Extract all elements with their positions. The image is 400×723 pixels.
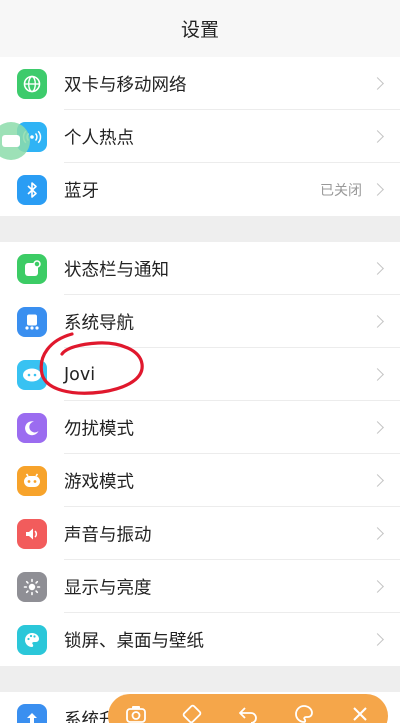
- chevron-right-icon: [371, 129, 384, 143]
- camera-icon[interactable]: [122, 700, 150, 723]
- settings-row-label: 双卡与移动网络: [64, 75, 187, 95]
- settings-row-label: 显示与亮度: [64, 578, 152, 598]
- chevron-right-icon: [371, 76, 384, 90]
- settings-row-display[interactable]: 显示与亮度: [0, 560, 400, 613]
- close-icon[interactable]: [346, 700, 374, 723]
- page-title: 设置: [180, 19, 219, 41]
- settings-row-dnd[interactable]: 勿扰模式: [0, 401, 400, 454]
- brightness-icon: [17, 571, 47, 602]
- bluetooth-icon: [17, 174, 47, 205]
- update-icon: [17, 703, 47, 723]
- settings-row-status-bar[interactable]: 状态栏与通知: [0, 242, 400, 295]
- settings-screen: 设置 双卡与移动网络 个人热点 蓝牙 已关闭 状态栏与通知 系统导航 Jovi …: [0, 0, 400, 723]
- chevron-right-icon: [371, 261, 384, 275]
- settings-row-label: Jovi: [64, 364, 96, 385]
- settings-row-sound[interactable]: 声音与振动: [0, 507, 400, 560]
- settings-row-label: 蓝牙: [64, 181, 99, 201]
- handle-icon: [2, 135, 20, 147]
- settings-row-bluetooth[interactable]: 蓝牙 已关闭: [0, 163, 400, 216]
- group-separator: [0, 666, 400, 692]
- settings-row-navigation[interactable]: 系统导航: [0, 295, 400, 348]
- screenshot-edit-toolbar: [108, 694, 388, 723]
- settings-row-label: 游戏模式: [64, 472, 134, 492]
- settings-row-dual-sim[interactable]: 双卡与移动网络: [0, 57, 400, 110]
- jovi-icon: [17, 359, 47, 390]
- chevron-right-icon: [371, 420, 384, 434]
- moon-icon: [17, 412, 47, 443]
- bluetooth-status: 已关闭: [320, 182, 362, 199]
- settings-row-label: 锁屏、桌面与壁纸: [64, 631, 204, 651]
- system-group: 状态栏与通知 系统导航 Jovi 勿扰模式 游戏模式 声音与振动 显示与亮度 锁…: [0, 242, 400, 666]
- globe-icon: [17, 68, 47, 99]
- chevron-right-icon: [371, 526, 384, 540]
- settings-row-game[interactable]: 游戏模式: [0, 454, 400, 507]
- notification-icon: [17, 253, 47, 284]
- settings-row-label: 状态栏与通知: [64, 260, 169, 280]
- page-header: 设置: [0, 0, 400, 57]
- chevron-right-icon: [371, 579, 384, 593]
- settings-row-label: 系统导航: [64, 313, 134, 333]
- eraser-icon[interactable]: [178, 700, 206, 723]
- settings-row-jovi[interactable]: Jovi: [0, 348, 400, 401]
- chevron-right-icon: [371, 367, 384, 381]
- settings-row-label: 勿扰模式: [64, 419, 134, 439]
- group-separator: [0, 216, 400, 242]
- network-group: 双卡与移动网络 个人热点 蓝牙 已关闭: [0, 57, 400, 216]
- settings-row-hotspot[interactable]: 个人热点: [0, 110, 400, 163]
- chevron-right-icon: [371, 314, 384, 328]
- undo-icon[interactable]: [234, 700, 262, 723]
- settings-row-label: 个人热点: [64, 128, 134, 148]
- navigation-icon: [17, 306, 47, 337]
- chevron-right-icon: [371, 182, 384, 196]
- speaker-icon: [17, 518, 47, 549]
- chevron-right-icon: [371, 632, 384, 646]
- palette-icon: [17, 624, 47, 655]
- settings-row-wallpaper[interactable]: 锁屏、桌面与壁纸: [0, 613, 400, 666]
- settings-row-label: 声音与振动: [64, 525, 152, 545]
- palette-icon[interactable]: [290, 700, 318, 723]
- chevron-right-icon: [371, 473, 384, 487]
- game-icon: [17, 465, 47, 496]
